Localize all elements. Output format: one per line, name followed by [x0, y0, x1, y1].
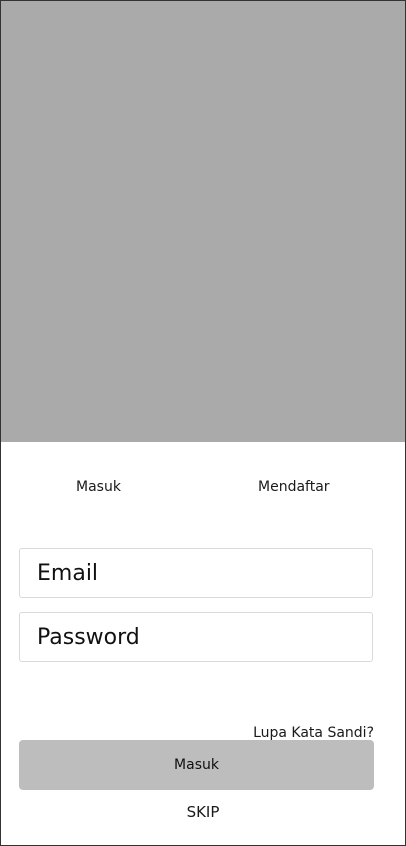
- login-screen: Masuk Mendaftar Lupa Kata Sandi? Masuk S…: [0, 0, 406, 846]
- hero-image-placeholder: [1, 1, 405, 442]
- tab-login[interactable]: Masuk: [76, 477, 121, 497]
- password-field-container: [19, 612, 373, 662]
- email-field-container: [19, 548, 373, 598]
- email-input[interactable]: [20, 549, 372, 597]
- password-input[interactable]: [20, 613, 372, 661]
- login-button[interactable]: Masuk: [19, 740, 374, 790]
- skip-link[interactable]: SKIP: [1, 802, 405, 822]
- tab-register[interactable]: Mendaftar: [258, 477, 330, 497]
